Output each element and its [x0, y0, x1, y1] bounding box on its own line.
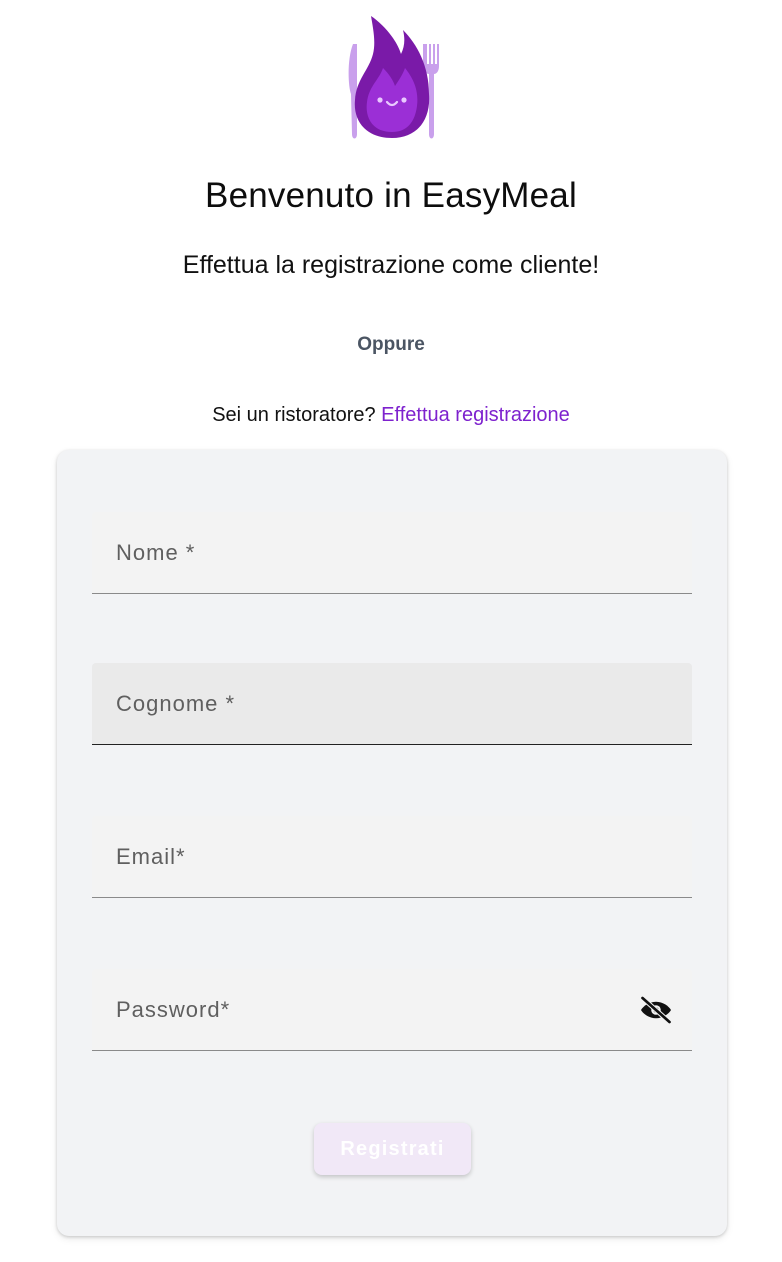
page-subtitle: Effettua la registrazione come cliente!: [182, 251, 600, 279]
nome-input[interactable]: [92, 512, 692, 593]
email-input[interactable]: [92, 816, 692, 897]
password-input[interactable]: [92, 969, 692, 1050]
separator-text: Oppure: [357, 334, 425, 355]
registrati-button[interactable]: Registrati: [314, 1123, 471, 1175]
easymeal-logo: [348, 16, 439, 139]
restaurant-prompt: Sei un ristoratore?: [212, 404, 376, 426]
restaurant-signup-line: Sei un ristoratore? Effettua registrazio…: [0, 404, 782, 427]
nome-field[interactable]: [92, 512, 692, 594]
registration-form-card: Registrati: [57, 450, 727, 1236]
eye-off-icon[interactable]: [638, 992, 674, 1028]
cognome-input[interactable]: [92, 663, 692, 744]
password-field[interactable]: [92, 969, 692, 1051]
email-field[interactable]: [92, 816, 692, 898]
restaurant-signup-link[interactable]: Effettua registrazione: [381, 404, 570, 426]
page-title: Benvenuto in EasyMeal: [205, 176, 577, 215]
cognome-field[interactable]: [92, 663, 692, 745]
